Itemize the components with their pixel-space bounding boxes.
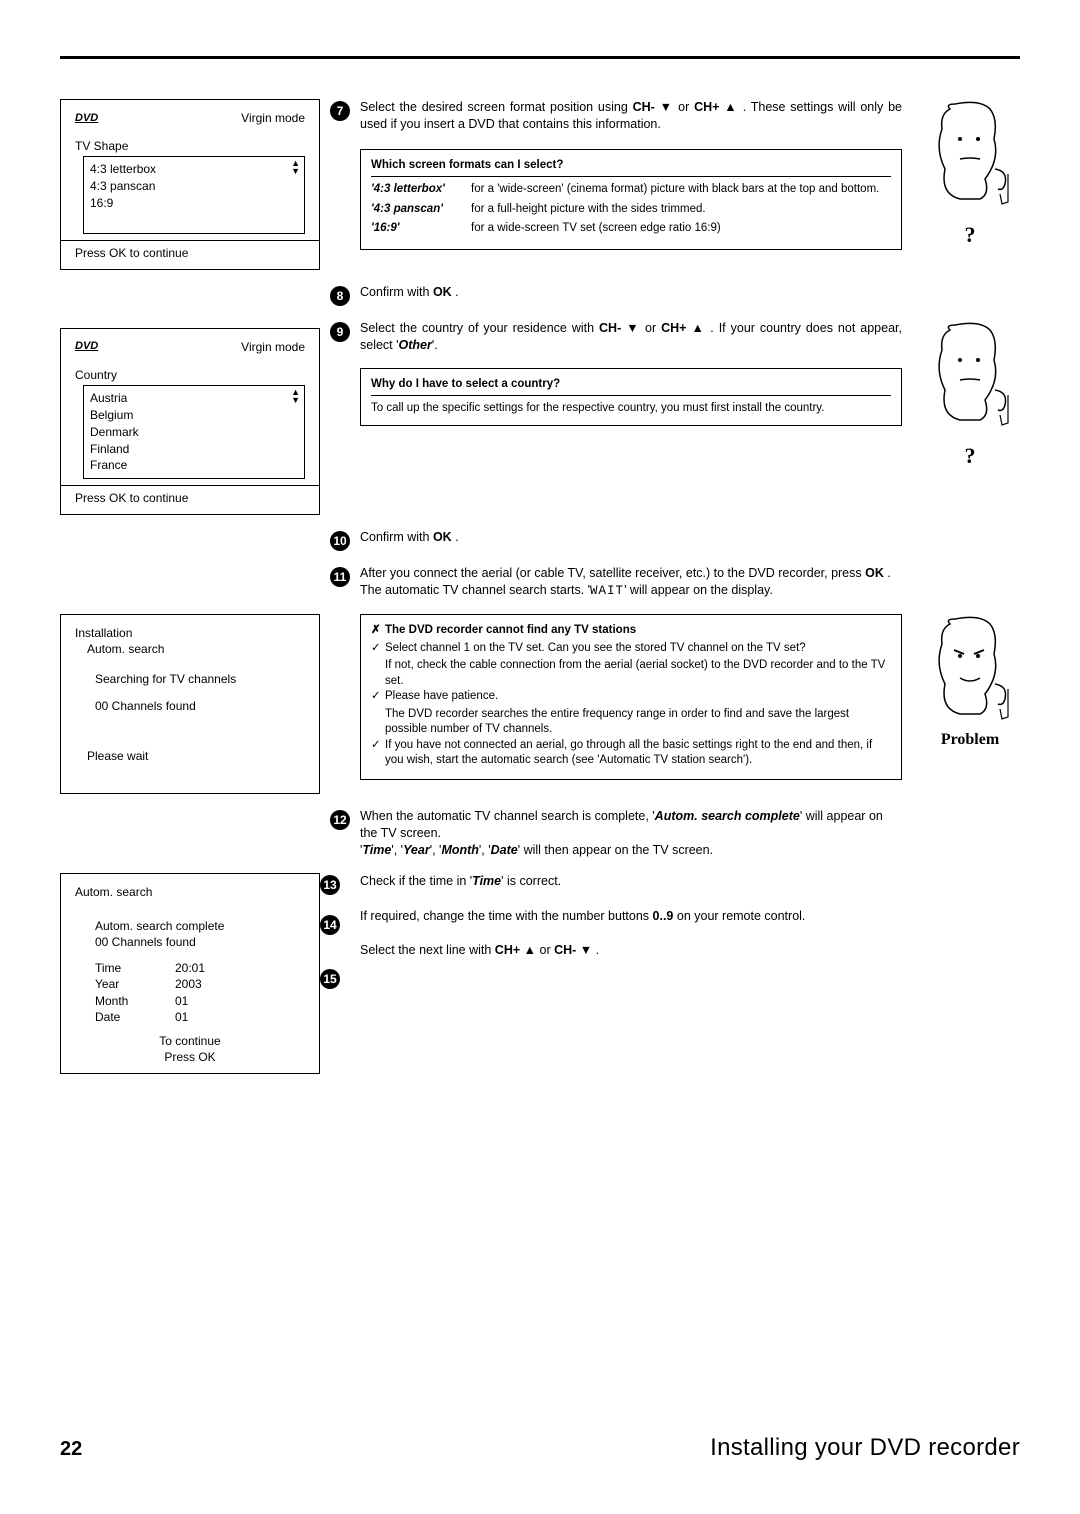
osd2-opt: Finland bbox=[90, 441, 298, 458]
step-7-text: Select the desired screen format positio… bbox=[360, 99, 902, 133]
section-title: Installing your DVD recorder bbox=[710, 1432, 1020, 1464]
problem-label: Problem bbox=[920, 729, 1020, 751]
step-9-text: Select the country of your residence wit… bbox=[360, 320, 902, 354]
step-8-text: Confirm with OK . bbox=[360, 284, 912, 301]
osd1-opt: 4:3 panscan bbox=[90, 178, 298, 195]
dvd-logo: DVD bbox=[75, 111, 98, 126]
step-11-num: 11 bbox=[330, 567, 350, 587]
info-problem-tip2b: The DVD recorder searches the entire fre… bbox=[371, 707, 891, 738]
step-12-num: 12 bbox=[330, 810, 350, 830]
osd3-line1: Searching for TV channels bbox=[95, 671, 305, 687]
osd2-footer: Press OK to continue bbox=[61, 485, 319, 506]
step-11-text: After you connect the aerial (or cable T… bbox=[360, 565, 912, 600]
dvd-logo: DVD bbox=[75, 339, 98, 354]
osd2-mode: Virgin mode bbox=[241, 339, 305, 355]
step-8-num: 8 bbox=[330, 286, 350, 306]
osd1-heading: TV Shape bbox=[75, 138, 305, 154]
step-15-num: 15 bbox=[320, 969, 340, 989]
osd2-opt: Belgium bbox=[90, 407, 298, 424]
info-country-body: To call up the specific settings for the… bbox=[371, 401, 891, 417]
updown-arrows-icon: ▲▼ bbox=[291, 388, 300, 404]
osd2-opt: Austria bbox=[90, 390, 298, 407]
info-problem-tip2: Please have patience. bbox=[371, 689, 891, 705]
step-10-text: Confirm with OK . bbox=[360, 529, 912, 546]
osd1-opt: 4:3 letterbox bbox=[90, 161, 298, 178]
step-15-text: Select the next line with CH+ ▲ or CH- ▼… bbox=[360, 942, 902, 959]
question-mark-icon: ? bbox=[920, 220, 1020, 250]
osd3-line3: Please wait bbox=[87, 748, 305, 764]
osd1-opt: 16:9 bbox=[90, 195, 298, 212]
osd1-mode: Virgin mode bbox=[241, 110, 305, 126]
osd-tv-shape: DVD Virgin mode TV Shape ▲▼ 4:3 letterbo… bbox=[60, 99, 320, 270]
osd4-line1: Autom. search complete bbox=[95, 918, 305, 934]
osd2-heading: Country bbox=[75, 367, 305, 383]
osd4-title: Autom. search bbox=[75, 884, 305, 900]
osd4-line2: 00 Channels found bbox=[95, 934, 305, 950]
info-problem-tip1: Select channel 1 on the TV set. Can you … bbox=[371, 641, 891, 657]
step-10-num: 10 bbox=[330, 531, 350, 551]
step-14-num: 14 bbox=[320, 915, 340, 935]
osd2-opt: Denmark bbox=[90, 424, 298, 441]
top-rule bbox=[60, 56, 1020, 59]
osd4-footer2: Press OK bbox=[75, 1049, 305, 1065]
osd3-line2: 00 Channels found bbox=[95, 698, 305, 714]
osd2-opt: France bbox=[90, 457, 298, 474]
info-problem-tip1b: If not, check the cable connection from … bbox=[371, 658, 891, 689]
osd-installation: Installation Autom. search Searching for… bbox=[60, 614, 320, 794]
step-7-num: 7 bbox=[330, 101, 350, 121]
question-mark-icon: ? bbox=[920, 441, 1020, 471]
angry-face-icon bbox=[930, 614, 1010, 724]
osd4-footer1: To continue bbox=[75, 1033, 305, 1049]
step-13-num: 13 bbox=[320, 875, 340, 895]
osd-autom-search: Autom. search Autom. search complete 00 … bbox=[60, 873, 320, 1075]
osd3-title: Installation bbox=[75, 625, 305, 641]
step-9-num: 9 bbox=[330, 322, 350, 342]
info-screen-formats: Which screen formats can I select? '4:3 … bbox=[360, 149, 902, 250]
updown-arrows-icon: ▲▼ bbox=[291, 159, 300, 175]
step-14-text: If required, change the time with the nu… bbox=[360, 908, 902, 925]
question-face-icon bbox=[930, 320, 1010, 430]
osd1-footer: Press OK to continue bbox=[61, 240, 319, 261]
question-face-icon bbox=[930, 99, 1010, 209]
info-problem: The DVD recorder cannot find any TV stat… bbox=[360, 614, 902, 780]
info-country-title: Why do I have to select a country? bbox=[371, 377, 891, 397]
osd3-subtitle: Autom. search bbox=[87, 641, 305, 657]
osd-country: DVD Virgin mode Country ▲▼ Austria Belgi… bbox=[60, 328, 320, 516]
info-country: Why do I have to select a country? To ca… bbox=[360, 368, 902, 426]
step-12-text: When the automatic TV channel search is … bbox=[360, 808, 912, 859]
info-problem-tip3: If you have not connected an aerial, go … bbox=[371, 738, 891, 769]
info-formats-title: Which screen formats can I select? bbox=[371, 158, 891, 178]
page-number: 22 bbox=[60, 1436, 82, 1463]
step-13-text: Check if the time in 'Time' is correct. bbox=[360, 873, 902, 890]
info-problem-title: The DVD recorder cannot find any TV stat… bbox=[385, 624, 636, 636]
